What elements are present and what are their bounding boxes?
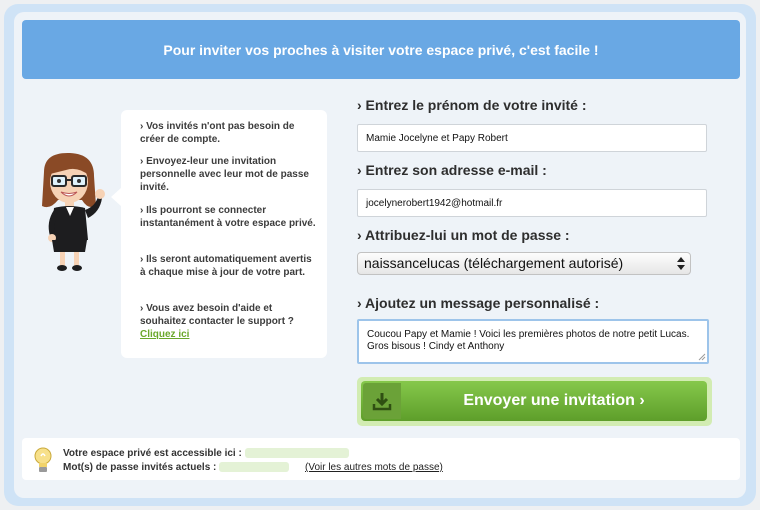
header-banner: Pour inviter vos proches à visiter votre… bbox=[22, 20, 740, 79]
other-passwords-link[interactable]: (Voir les autres mots de passe) bbox=[305, 462, 443, 473]
access-label: Votre espace privé est accessible ici : bbox=[63, 448, 242, 459]
passwords-label: Mot(s) de passe invités actuels : bbox=[63, 462, 217, 473]
tip-instant-access: › Ils pourront se connecter instantanéme… bbox=[140, 205, 316, 229]
tip-notifications: › Ils seront automatiquement avertis à c… bbox=[140, 254, 312, 278]
email-input[interactable]: jocelynerobert1942@hotmail.fr bbox=[357, 189, 707, 217]
tips-bubble: › Vos invités n'ont pas besoin de créer … bbox=[111, 110, 327, 358]
support-link[interactable]: Cliquez ici bbox=[140, 328, 316, 341]
email-value: jocelynerobert1942@hotmail.fr bbox=[366, 198, 503, 209]
download-icon bbox=[363, 383, 401, 419]
passwords-line: Mot(s) de passe invités actuels : bbox=[63, 462, 290, 473]
tip-send-invitation: › Envoyez-leur une invitation personnell… bbox=[140, 156, 309, 193]
message-label: › Ajoutez un message personnalisé : bbox=[357, 295, 600, 311]
send-invitation-button[interactable]: Envoyer une invitation › bbox=[361, 381, 707, 421]
message-textarea[interactable]: Coucou Papy et Mamie ! Voici les premièr… bbox=[357, 319, 709, 364]
send-button-wrapper: Envoyer une invitation › bbox=[357, 377, 712, 426]
firstname-input[interactable]: Mamie Jocelyne et Papy Robert bbox=[357, 124, 707, 152]
message-value: Coucou Papy et Mamie ! Voici les premièr… bbox=[367, 329, 690, 352]
lightbulb-icon bbox=[34, 447, 52, 472]
firstname-label: › Entrez le prénom de votre invité : bbox=[357, 97, 587, 113]
send-button-label: Envoyer une invitation › bbox=[463, 392, 645, 409]
banner-text: Pour inviter vos proches à visiter votre… bbox=[163, 41, 599, 58]
resize-handle-icon[interactable] bbox=[698, 353, 706, 361]
tip-support-text: › Vous avez besoin d'aide et souhaitez c… bbox=[140, 303, 294, 327]
email-label: › Entrez son adresse e-mail : bbox=[357, 162, 547, 178]
footer-info: Votre espace privé est accessible ici : … bbox=[22, 438, 740, 480]
access-line: Votre espace privé est accessible ici : bbox=[63, 448, 349, 459]
tip-support: › Vous avez besoin d'aide et souhaitez c… bbox=[140, 302, 316, 341]
password-selected-value: naissancelucas (téléchargement autorisé) bbox=[364, 255, 624, 271]
passwords-redacted bbox=[219, 462, 290, 473]
firstname-value: Mamie Jocelyne et Papy Robert bbox=[366, 133, 508, 144]
access-url-redacted bbox=[244, 448, 349, 459]
select-arrows-icon bbox=[677, 257, 685, 270]
password-select[interactable]: naissancelucas (téléchargement autorisé) bbox=[357, 252, 691, 275]
assistant-avatar bbox=[42, 152, 105, 271]
password-label: › Attribuez-lui un mot de passe : bbox=[357, 227, 570, 243]
tip-no-account: › Vos invités n'ont pas besoin de créer … bbox=[140, 121, 295, 145]
